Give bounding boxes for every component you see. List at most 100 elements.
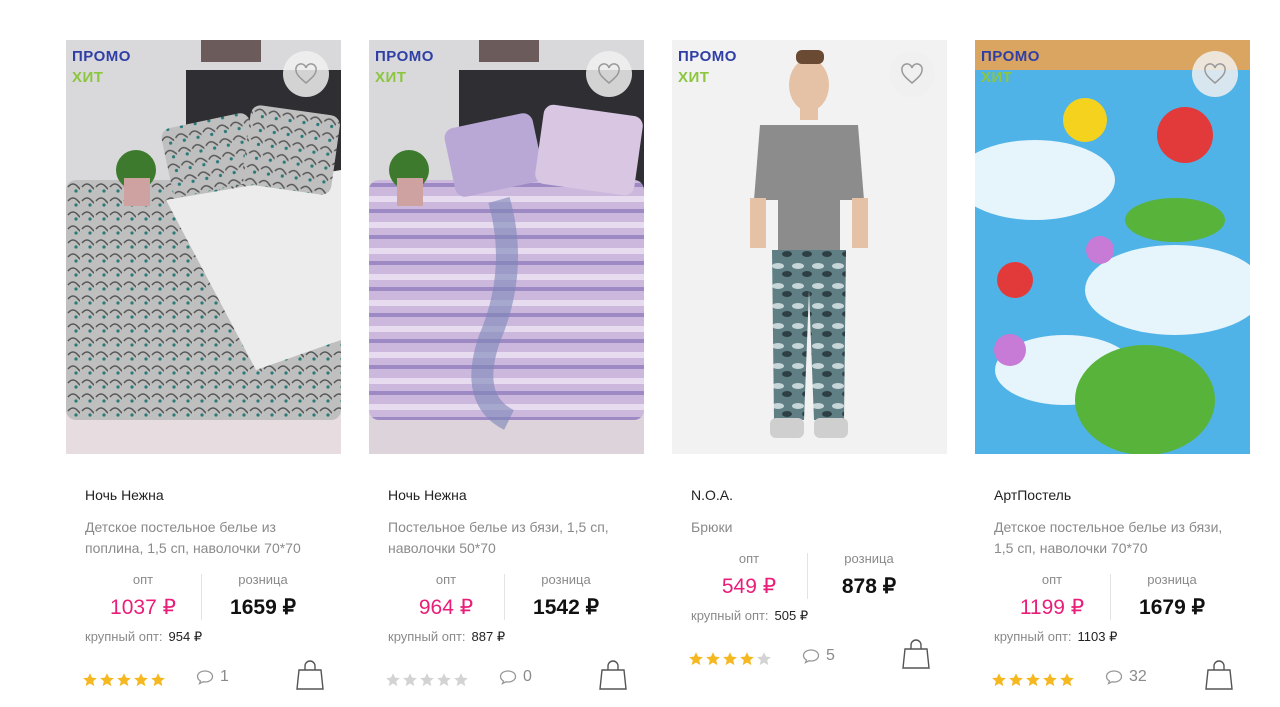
wholesale-price: 887 ₽: [471, 629, 506, 644]
star-icon: [1009, 673, 1023, 687]
badges: ПРОМО ХИТ: [72, 46, 131, 88]
opt-price: 964 ₽: [418, 596, 474, 619]
speech-bubble-icon: [499, 670, 517, 685]
star-icon: [151, 673, 165, 687]
retail-price: 1659 ₽: [230, 596, 296, 619]
comments-link[interactable]: 0: [499, 668, 532, 686]
opt-price: 1037 ₽: [110, 596, 176, 619]
star-icon: [689, 652, 703, 666]
star-icon: [992, 673, 1006, 687]
comments-count: 5: [826, 647, 835, 664]
star-icon: [134, 673, 148, 687]
star-icon: [420, 673, 434, 687]
wholesale-price: 954 ₽: [168, 629, 203, 644]
shopping-bag-icon: [1205, 660, 1233, 690]
heart-outline-icon: [901, 63, 923, 84]
opt-price: 1199 ₽: [1019, 596, 1085, 619]
price-divider: [1110, 574, 1111, 620]
favorite-button[interactable]: [586, 51, 632, 97]
badges: ПРОМО ХИТ: [678, 46, 737, 88]
rating-stars: [385, 672, 469, 688]
card-footer: 1: [66, 659, 341, 699]
star-icon: [1060, 673, 1074, 687]
star-icon: [386, 673, 400, 687]
comments-link[interactable]: 1: [196, 668, 229, 686]
card-footer: 5: [672, 638, 947, 678]
add-to-cart-button[interactable]: [598, 659, 628, 691]
card-footer: 0: [369, 659, 644, 699]
product-description[interactable]: Брюки: [691, 517, 931, 538]
comments-link[interactable]: 32: [1105, 668, 1147, 686]
star-icon: [740, 652, 754, 666]
retail-price: 1679 ₽: [1139, 596, 1205, 619]
product-image[interactable]: ПРОМО ХИТ: [672, 40, 947, 454]
wholesale-price-row: крупный опт: 505 ₽: [691, 608, 947, 624]
retail-price: 1542 ₽: [533, 596, 599, 619]
comments-link[interactable]: 5: [802, 647, 835, 665]
opt-label: опт: [435, 572, 457, 587]
star-icon: [100, 673, 114, 687]
product-image[interactable]: ПРОМО ХИТ: [369, 40, 644, 454]
favorite-button[interactable]: [283, 51, 329, 97]
promo-badge: ПРОМО: [72, 48, 131, 65]
heart-outline-icon: [295, 63, 317, 84]
shopping-bag-icon: [296, 660, 324, 690]
wholesale-label: крупный опт:: [85, 629, 163, 644]
price-divider: [201, 574, 202, 620]
product-brand[interactable]: N.O.A.: [691, 487, 947, 505]
retail-label: розница: [541, 572, 591, 587]
shopping-bag-icon: [902, 639, 930, 669]
speech-bubble-icon: [802, 649, 820, 664]
product-image[interactable]: ПРОМО ХИТ: [975, 40, 1250, 454]
product-description[interactable]: Постельное белье из бязи, 1,5 сп, наволо…: [388, 517, 628, 559]
opt-label: опт: [738, 551, 760, 566]
wholesale-price: 505 ₽: [774, 608, 809, 623]
badges: ПРОМО ХИТ: [981, 46, 1040, 88]
star-icon: [706, 652, 720, 666]
badges: ПРОМО ХИТ: [375, 46, 434, 88]
opt-label: опт: [132, 572, 154, 587]
star-icon: [117, 673, 131, 687]
star-icon: [454, 673, 468, 687]
product-grid: ПРОМО ХИТ Ночь Нежна Детское постельное …: [0, 0, 1280, 707]
product-description[interactable]: Детское постельное белье из бязи, 1,5 сп…: [994, 517, 1234, 559]
product-image[interactable]: ПРОМО ХИТ: [66, 40, 341, 454]
add-to-cart-button[interactable]: [295, 659, 325, 691]
star-icon: [1026, 673, 1040, 687]
favorite-button[interactable]: [1192, 51, 1238, 97]
speech-bubble-icon: [196, 670, 214, 685]
wholesale-label: крупный опт:: [691, 608, 769, 623]
price-block: опт 1037 ₽ розница 1659 ₽: [66, 572, 341, 628]
rating-stars: [82, 672, 166, 688]
shopping-bag-icon: [599, 660, 627, 690]
wholesale-price-row: крупный опт: 887 ₽: [388, 629, 644, 645]
product-card[interactable]: ПРОМО ХИТ АртПостель Детское постельное …: [975, 40, 1250, 699]
opt-price: 549 ₽: [721, 575, 777, 598]
comments-count: 0: [523, 668, 532, 685]
speech-bubble-icon: [1105, 670, 1123, 685]
product-brand[interactable]: АртПостель: [994, 487, 1250, 505]
product-card[interactable]: ПРОМО ХИТ Ночь Нежна Детское постельное …: [66, 40, 341, 699]
price-block: опт 1199 ₽ розница 1679 ₽: [975, 572, 1250, 628]
hit-badge: ХИТ: [375, 69, 407, 86]
product-card[interactable]: ПРОМО ХИТ N.O.A. Брюки опт 549 ₽ розница…: [672, 40, 947, 678]
comments-count: 1: [220, 668, 229, 685]
promo-badge: ПРОМО: [678, 48, 737, 65]
hit-badge: ХИТ: [72, 69, 104, 86]
wholesale-price-row: крупный опт: 1103 ₽: [994, 629, 1250, 645]
heart-outline-icon: [598, 63, 620, 84]
favorite-button[interactable]: [889, 51, 935, 97]
add-to-cart-button[interactable]: [1204, 659, 1234, 691]
wholesale-label: крупный опт:: [388, 629, 466, 644]
add-to-cart-button[interactable]: [901, 638, 931, 670]
heart-outline-icon: [1204, 63, 1226, 84]
price-block: опт 549 ₽ розница 878 ₽: [672, 551, 947, 607]
wholesale-label: крупный опт:: [994, 629, 1072, 644]
product-brand[interactable]: Ночь Нежна: [85, 487, 341, 505]
product-description[interactable]: Детское постельное белье из поплина, 1,5…: [85, 517, 325, 559]
wholesale-price-row: крупный опт: 954 ₽: [85, 629, 341, 645]
product-brand[interactable]: Ночь Нежна: [388, 487, 644, 505]
price-divider: [807, 553, 808, 599]
product-card[interactable]: ПРОМО ХИТ Ночь Нежна Постельное белье из…: [369, 40, 644, 699]
retail-label: розница: [844, 551, 894, 566]
